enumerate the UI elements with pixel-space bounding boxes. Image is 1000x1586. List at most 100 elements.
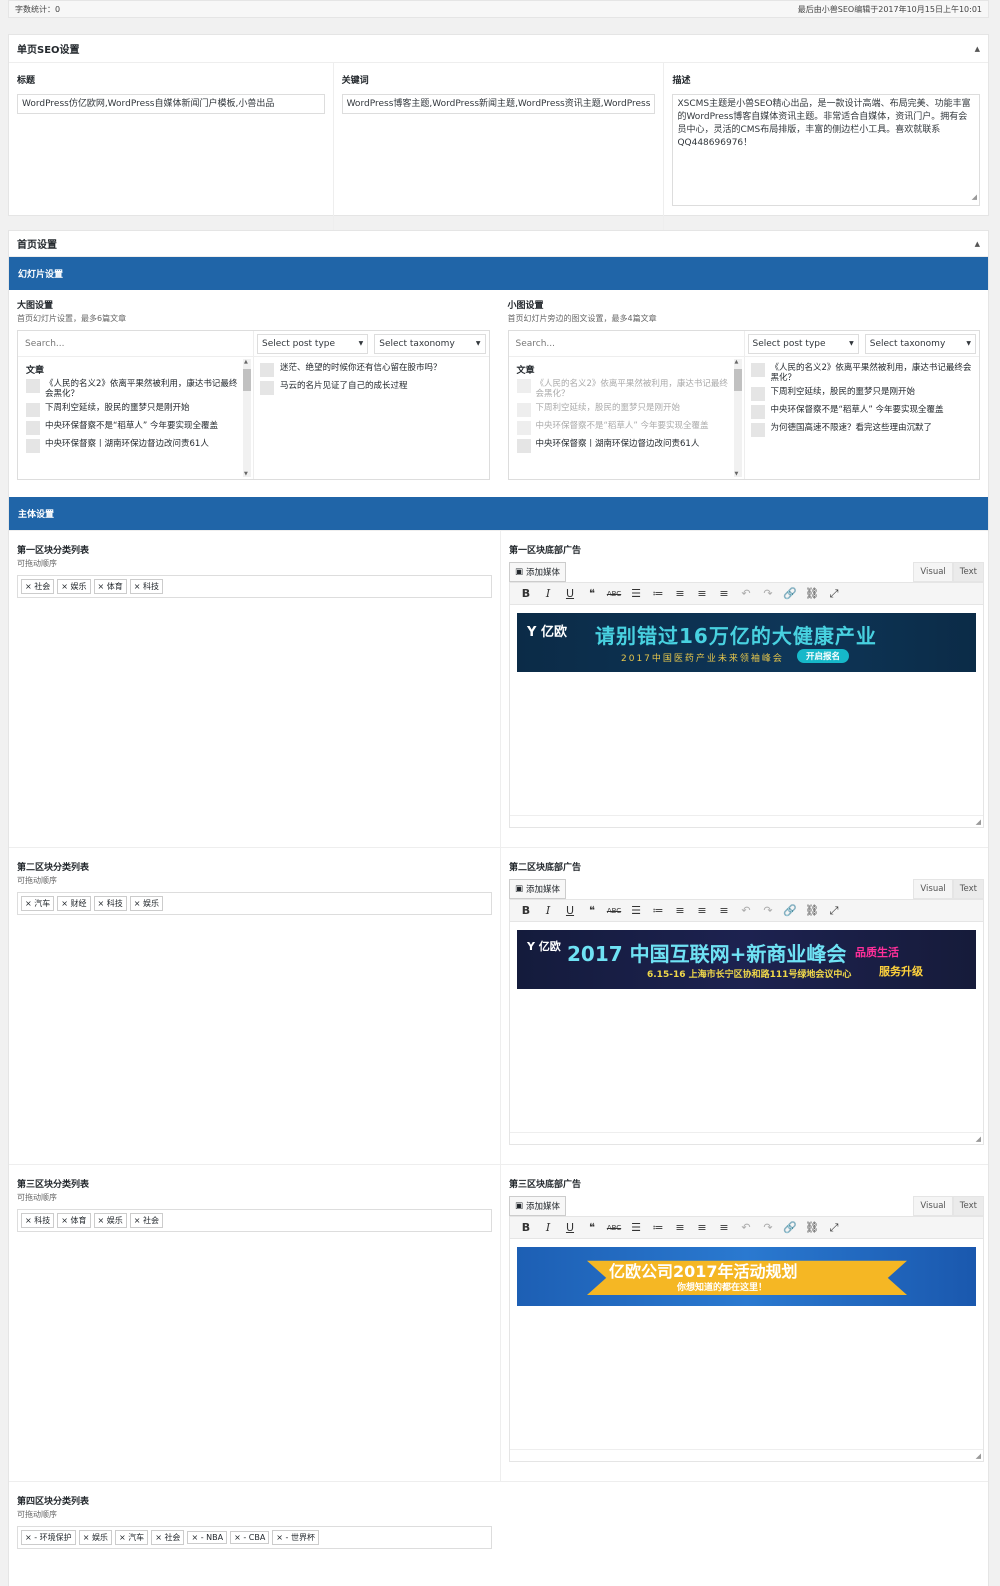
resize-handle-icon[interactable]: ◢ bbox=[972, 191, 977, 204]
undo-icon[interactable]: ↶ bbox=[735, 904, 757, 917]
tab-text[interactable]: Text bbox=[952, 1196, 984, 1216]
checkbox[interactable] bbox=[26, 421, 40, 435]
list-item[interactable]: 《人民的名义2》依离平果然被利用，康达书记最终会黑化？ bbox=[516, 379, 732, 399]
category-tag[interactable]: × - CBA bbox=[230, 1531, 270, 1544]
search-input[interactable]: Search... bbox=[18, 330, 254, 357]
category-tag[interactable]: × 社会 bbox=[21, 579, 55, 594]
undo-icon[interactable]: ↶ bbox=[735, 587, 757, 600]
category-tag[interactable]: × 社会 bbox=[151, 1530, 185, 1545]
checkbox[interactable] bbox=[750, 387, 765, 401]
align-center-icon[interactable]: ≡ bbox=[691, 1221, 713, 1234]
undo-icon[interactable]: ↶ bbox=[735, 1221, 757, 1234]
blockquote-icon[interactable]: ❝ bbox=[581, 904, 603, 917]
fullscreen-icon[interactable]: ⤢ bbox=[823, 904, 845, 918]
ad-editor[interactable]: B I U ❝ ABC ☰ ≔ ≡ ≡ ≡ ↶ ↷ 🔗 ⛓ ⤢ Y 亿欧 2017 中国互联网+新商业峰会 … bbox=[509, 899, 984, 1145]
checkbox[interactable] bbox=[516, 421, 531, 435]
search-input[interactable]: Search... bbox=[509, 330, 745, 357]
list-item[interactable]: 下周利空延续，股民的噩梦只是刚开始 bbox=[26, 403, 241, 417]
checkbox[interactable] bbox=[26, 439, 40, 453]
post-type-select[interactable]: Select post type ▼ bbox=[747, 333, 859, 354]
taxonomy-select[interactable]: Select taxonomy ▼ bbox=[864, 333, 976, 354]
checkbox[interactable] bbox=[516, 379, 531, 393]
selected-posts-list[interactable]: 《人民的名义2》依离平果然被利用，康达书记最终会黑化？ 下周利空延续，股民的噩梦… bbox=[745, 357, 980, 479]
align-center-icon[interactable]: ≡ bbox=[691, 904, 713, 917]
align-left-icon[interactable]: ≡ bbox=[669, 904, 691, 917]
available-posts-list[interactable]: 文章 《人民的名义2》依离平果然被利用，康达书记最终会黑化？ 下周利空延续，股民… bbox=[509, 357, 745, 479]
align-right-icon[interactable]: ≡ bbox=[713, 587, 735, 600]
align-left-icon[interactable]: ≡ bbox=[669, 587, 691, 600]
checkbox[interactable] bbox=[750, 363, 765, 377]
checkbox[interactable] bbox=[750, 423, 765, 437]
category-tag[interactable]: × - 环境保护 bbox=[21, 1530, 76, 1545]
ad-banner-image[interactable]: Y 亿欧 2017 中国互联网+新商业峰会 6.15-16 上海市长宁区协和路1… bbox=[517, 930, 976, 989]
seo-keywords-input[interactable]: WordPress博客主题,WordPress新闻主题,WordPress资讯主… bbox=[341, 94, 656, 114]
home-box-header[interactable]: 首页设置 ▲ bbox=[9, 231, 988, 257]
tab-text[interactable]: Text bbox=[952, 879, 984, 899]
category-tag[interactable]: × 科技 bbox=[93, 896, 127, 911]
category-tag[interactable]: × 娱乐 bbox=[129, 896, 163, 911]
post-type-select[interactable]: Select post type ▼ bbox=[257, 333, 369, 354]
list-item[interactable]: 为何德国高速不限速？看完这些理由沉默了 bbox=[750, 423, 974, 437]
unlink-icon[interactable]: ⛓ bbox=[801, 587, 823, 600]
italic-icon[interactable]: I bbox=[537, 587, 559, 600]
scroll-down-icon[interactable]: ▼ bbox=[735, 471, 739, 477]
strikethrough-icon[interactable]: ABC bbox=[603, 907, 625, 915]
seo-description-textarea[interactable]: XSCMS主题是小兽SEO精心出品，是一款设计高端、布局完美、功能丰富的Word… bbox=[672, 94, 980, 206]
tab-visual[interactable]: Visual bbox=[913, 1196, 953, 1216]
tab-visual[interactable]: Visual bbox=[913, 879, 953, 899]
category-tag[interactable]: × 汽车 bbox=[21, 896, 55, 911]
redo-icon[interactable]: ↷ bbox=[757, 587, 779, 600]
list-item[interactable]: 《人民的名义2》依离平果然被利用，康达书记最终会黑化？ bbox=[750, 363, 974, 383]
category-tag[interactable]: × 科技 bbox=[21, 1213, 55, 1228]
ad-editor[interactable]: B I U ❝ ABC ☰ ≔ ≡ ≡ ≡ ↶ ↷ 🔗 ⛓ ⤢ Y 亿欧 请别错过16万亿的大健康产业 20… bbox=[509, 582, 984, 828]
checkbox[interactable] bbox=[260, 381, 274, 395]
bold-icon[interactable]: B bbox=[515, 1221, 537, 1234]
category-tag[interactable]: × 娱乐 bbox=[93, 1213, 127, 1228]
redo-icon[interactable]: ↷ bbox=[757, 1221, 779, 1234]
list-item[interactable]: 中央环保督察不是“稻草人” 今年要实现全覆盖 bbox=[516, 421, 732, 435]
list-item[interactable]: 中央环保督察丨湖南环保边督边改问责61人 bbox=[26, 439, 241, 453]
category-tag[interactable]: × 娱乐 bbox=[78, 1530, 112, 1545]
checkbox[interactable] bbox=[260, 363, 274, 377]
numbered-list-icon[interactable]: ≔ bbox=[647, 1221, 669, 1234]
resize-handle-icon[interactable]: ◢ bbox=[976, 1135, 981, 1143]
tab-visual[interactable]: Visual bbox=[913, 562, 953, 582]
underline-icon[interactable]: U bbox=[559, 904, 581, 917]
list-item[interactable]: 《人民的名义2》依离平果然被利用，康达书记最终会黑化？ bbox=[26, 379, 241, 399]
checkbox[interactable] bbox=[750, 405, 765, 419]
italic-icon[interactable]: I bbox=[537, 904, 559, 917]
taxonomy-select[interactable]: Select taxonomy ▼ bbox=[374, 333, 486, 354]
tab-text[interactable]: Text bbox=[952, 562, 984, 582]
category-tag[interactable]: × 汽车 bbox=[114, 1530, 149, 1545]
list-item[interactable]: 迷茫、绝望的时候你还有信心留在股市吗？ bbox=[260, 363, 483, 377]
fullscreen-icon[interactable]: ⤢ bbox=[823, 587, 845, 601]
checkbox[interactable] bbox=[26, 403, 40, 417]
align-right-icon[interactable]: ≡ bbox=[713, 904, 735, 917]
list-item[interactable]: 下周利空延续，股民的噩梦只是刚开始 bbox=[516, 403, 732, 417]
category-tag-input[interactable]: × 科技 × 体育 × 娱乐 × 社会 bbox=[17, 1209, 492, 1232]
unlink-icon[interactable]: ⛓ bbox=[801, 1221, 823, 1234]
bold-icon[interactable]: B bbox=[515, 587, 537, 600]
align-center-icon[interactable]: ≡ bbox=[691, 587, 713, 600]
bold-icon[interactable]: B bbox=[515, 904, 537, 917]
numbered-list-icon[interactable]: ≔ bbox=[647, 904, 669, 917]
scrollbar[interactable]: ▲ ▼ bbox=[243, 359, 251, 477]
scroll-up-icon[interactable]: ▲ bbox=[244, 359, 248, 365]
list-item[interactable]: 中央环保督察不是“稻草人” 今年要实现全覆盖 bbox=[750, 405, 974, 419]
ad-banner-image[interactable]: Y 亿欧 请别错过16万亿的大健康产业 2017中国医药产业未来领袖峰会 开启报… bbox=[517, 613, 976, 672]
resize-handle-icon[interactable]: ◢ bbox=[976, 1452, 981, 1460]
bullet-list-icon[interactable]: ☰ bbox=[625, 904, 647, 917]
checkbox[interactable] bbox=[516, 439, 531, 453]
category-tag[interactable]: × 体育 bbox=[93, 579, 127, 594]
category-tag[interactable]: × 科技 bbox=[129, 579, 163, 594]
collapse-toggle-icon[interactable]: ▲ bbox=[975, 45, 980, 53]
category-tag[interactable]: × 娱乐 bbox=[57, 579, 91, 594]
bullet-list-icon[interactable]: ☰ bbox=[625, 587, 647, 600]
checkbox[interactable] bbox=[26, 379, 40, 393]
list-item[interactable]: 中央环保督察不是“稻草人” 今年要实现全覆盖 bbox=[26, 421, 241, 435]
ad-banner-image[interactable]: 亿欧公司2017年活动规划 你想知道的都在这里！ bbox=[517, 1247, 976, 1306]
resize-handle-icon[interactable]: ◢ bbox=[976, 818, 981, 826]
seo-box-header[interactable]: 单页SEO设置 ▲ bbox=[9, 35, 988, 63]
link-icon[interactable]: 🔗 bbox=[779, 1221, 801, 1234]
collapse-toggle-icon[interactable]: ▲ bbox=[975, 240, 980, 248]
